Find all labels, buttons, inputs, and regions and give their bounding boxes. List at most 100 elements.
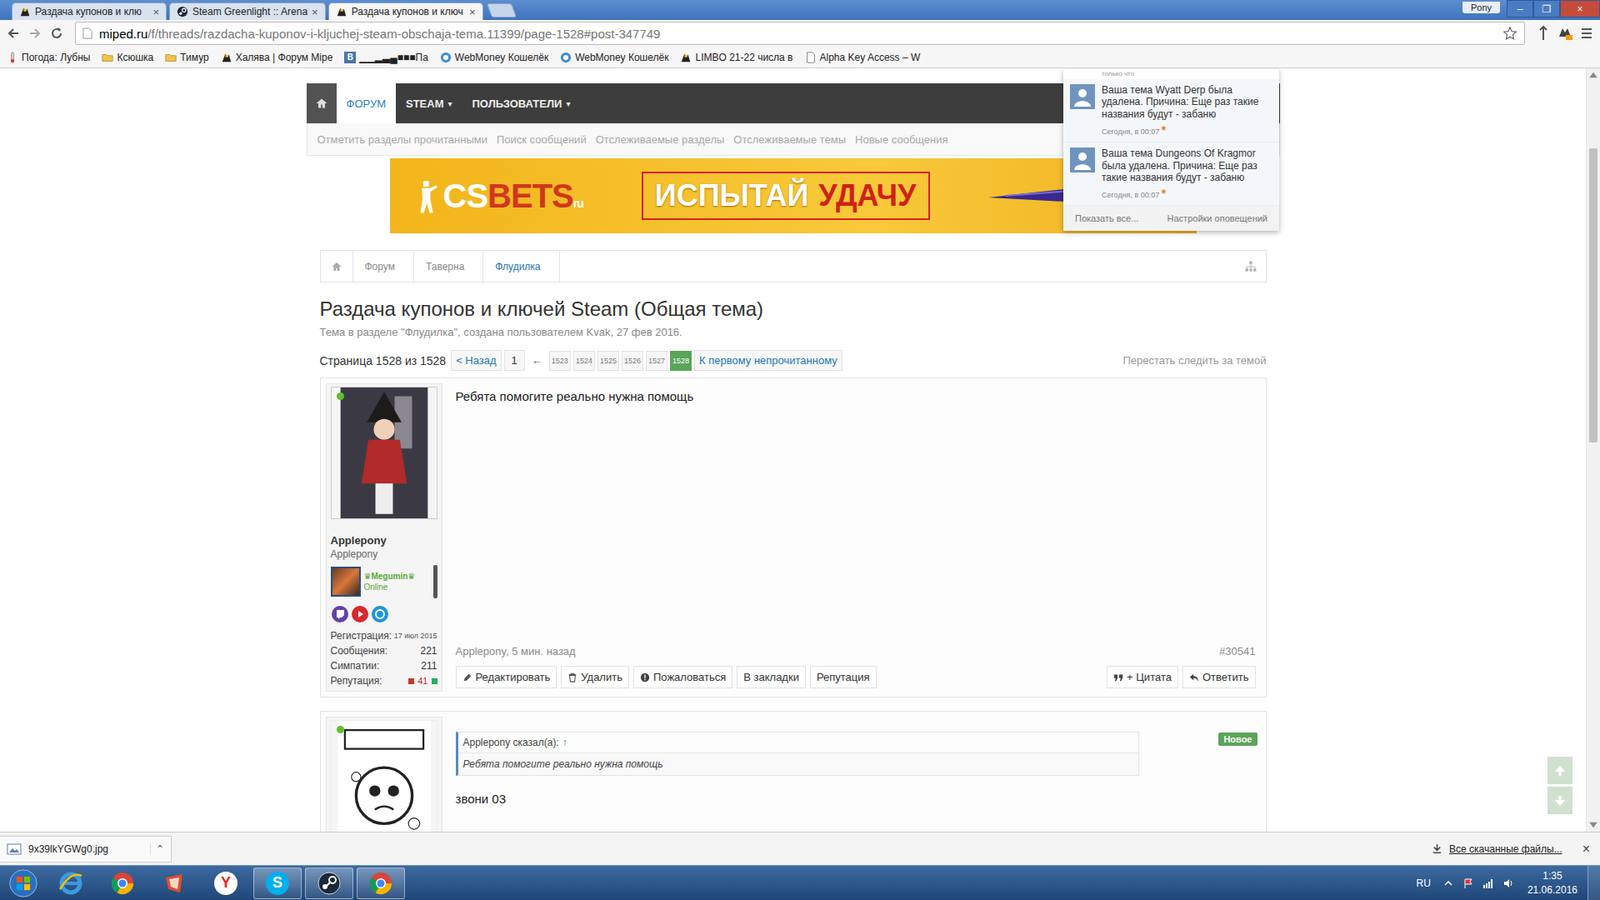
ie-taskbar-button[interactable] (46, 867, 95, 900)
scroll-down-icon[interactable] (1586, 818, 1600, 832)
app-taskbar-button[interactable] (150, 867, 199, 900)
yandex-taskbar-button[interactable]: Y (201, 867, 250, 900)
prev-page-button[interactable]: < Назад (450, 350, 501, 371)
sub-nav-link[interactable]: Новые сообщения (855, 133, 949, 146)
bookmark[interactable]: LIMBO 21-22 числа в (680, 51, 793, 64)
nav-tab[interactable]: ПОЛЬЗОВАТЕЛИ▾ (462, 83, 581, 124)
page-button[interactable]: 1523 (549, 350, 571, 371)
tab-close-button[interactable]: × (311, 5, 319, 19)
post-action-button[interactable]: Репутация (810, 665, 877, 689)
quote-jump-link[interactable]: ↑ (562, 736, 568, 749)
page-button[interactable]: 1 (504, 350, 525, 371)
scroll-top-button[interactable] (1547, 756, 1573, 785)
profile-button[interactable]: Pony (1462, 1, 1500, 14)
breadcrumb[interactable]: Флудилка (483, 250, 560, 282)
notification-item[interactable]: Ваша тема Wyatt Derp была удалена. Причи… (1063, 79, 1280, 143)
sub-nav-link[interactable]: Отслеживаемые темы (733, 133, 846, 146)
bookmark[interactable]: Халява | Форум Mipe (220, 51, 334, 64)
home-nav-button[interactable] (306, 83, 337, 124)
bookmark[interactable]: WebMoney Кошелёк (560, 51, 669, 64)
language-indicator[interactable]: RU (1416, 877, 1431, 890)
clock[interactable]: 1:3521.06.2016 (1527, 869, 1578, 896)
bookmark-star-icon[interactable] (1502, 25, 1518, 41)
page-button[interactable]: 1526 (621, 350, 644, 371)
reputation-minus-icon[interactable] (408, 678, 415, 685)
flag-icon[interactable] (1462, 877, 1475, 890)
page-skip[interactable]: ← (527, 354, 547, 367)
bookmark[interactable]: WebMoney Кошелёк (440, 51, 549, 64)
tray-expand-icon[interactable] (1442, 877, 1455, 890)
twitch-icon[interactable] (330, 605, 350, 624)
post-action-button[interactable]: Редактировать (455, 665, 558, 689)
post-action-button[interactable]: В закладки (736, 665, 806, 689)
chrome-taskbar-button[interactable] (356, 867, 405, 900)
first-unread-button[interactable]: К первому непрочитанному (694, 350, 843, 371)
bookmark[interactable]: Alpha Key Access – W (805, 51, 921, 64)
post-action-button[interactable]: Пожаловаться (633, 665, 733, 689)
notification-item[interactable]: Ваша тема Dungeons Of Kragmor была удале… (1063, 142, 1280, 206)
window-button[interactable]: × (1560, 0, 1600, 18)
address-bar[interactable]: miped.ru/f/threads/razdacha-kuponov-i-kl… (75, 21, 1525, 45)
page-scrollbar[interactable] (1585, 68, 1600, 832)
skype-icon[interactable] (370, 605, 390, 624)
unwatch-link[interactable]: Перестать следить за темой (1122, 354, 1266, 367)
sub-nav-link[interactable]: Отметить разделы прочитанными (317, 133, 488, 146)
steam-taskbar-button[interactable] (305, 867, 354, 900)
user-avatar[interactable] (330, 720, 438, 832)
sub-nav-link[interactable]: Поиск сообщений (496, 133, 587, 146)
browser-tab[interactable]: Steam Greenlight :: Arena× (169, 2, 326, 20)
browser-tab[interactable]: Раздача купонов и ключ× (328, 2, 484, 20)
breadcrumb[interactable]: Таверна (414, 250, 484, 282)
window-button[interactable]: ❐ (1533, 0, 1560, 18)
reputation-plus-icon[interactable] (431, 678, 438, 685)
chrome-taskbar-button[interactable] (98, 867, 147, 900)
username[interactable]: Applepony (330, 534, 438, 547)
notifier-extension-icon[interactable] (1556, 25, 1574, 42)
scroll-up-icon[interactable] (1586, 68, 1600, 82)
new-tab-button[interactable] (486, 3, 517, 18)
post-byline[interactable]: Applepony, 5 мин. назад (455, 645, 576, 658)
download-item[interactable]: 9x39lkYGWg0.jpg⌃ (0, 835, 172, 863)
menu-icon[interactable] (1578, 25, 1595, 42)
notifications-link[interactable]: Показать все... (1075, 213, 1139, 224)
bookmark[interactable]: Ксюшка (101, 51, 154, 64)
browser-tab[interactable]: Раздача купонов и клю× (11, 2, 167, 20)
bookmark[interactable]: В▁▁▂▃▄■■■Па (344, 51, 428, 64)
breadcrumb-home[interactable] (320, 250, 354, 282)
forward-icon[interactable] (26, 25, 44, 42)
scrollbar-thumb[interactable] (1589, 148, 1598, 444)
window-button[interactable]: – (1506, 0, 1534, 18)
page-button[interactable]: 1528 (670, 350, 692, 371)
back-icon[interactable] (5, 25, 22, 42)
sub-nav-link[interactable]: Отслеживаемые разделы (595, 133, 725, 146)
user-avatar[interactable] (330, 386, 438, 520)
post-action-button[interactable]: Удалить (560, 665, 630, 689)
start-button[interactable] (0, 868, 47, 899)
download-menu-button[interactable]: ⌃ (150, 843, 165, 855)
page-button[interactable]: 1527 (645, 350, 668, 371)
breadcrumb[interactable]: Форум (353, 250, 415, 282)
tab-close-button[interactable]: × (469, 5, 476, 19)
nav-tab[interactable]: ФОРУМ (336, 83, 396, 124)
post-reply-button[interactable]: + Цитата (1106, 665, 1179, 689)
volume-icon[interactable] (1502, 877, 1515, 890)
post-reply-button[interactable]: Ответить (1182, 665, 1256, 689)
sitemap-icon[interactable] (1244, 260, 1258, 274)
reload-icon[interactable] (48, 25, 65, 42)
page-button[interactable]: 1525 (597, 350, 620, 371)
notifications-link[interactable]: Настройки оповещений (1167, 213, 1268, 224)
tab-close-button[interactable]: × (152, 5, 160, 19)
youtube-icon[interactable] (350, 605, 370, 624)
bookmark[interactable]: Погода: Лубны (6, 51, 90, 64)
extension-icon[interactable] (1535, 25, 1552, 42)
network-icon[interactable] (1482, 877, 1495, 890)
skype-taskbar-button[interactable]: S (253, 867, 302, 900)
nav-tab[interactable]: STEAM▾ (395, 83, 463, 124)
post-number[interactable]: #30541 (1219, 645, 1255, 658)
scroll-bottom-button[interactable] (1547, 786, 1573, 815)
show-desktop-button[interactable] (1587, 865, 1600, 900)
close-downloads-button[interactable]: × (1582, 841, 1590, 857)
all-downloads-link[interactable]: Все скачанные файлы... (1449, 843, 1563, 855)
page-button[interactable]: 1524 (573, 350, 595, 371)
bookmark[interactable]: Тимур (165, 51, 209, 64)
